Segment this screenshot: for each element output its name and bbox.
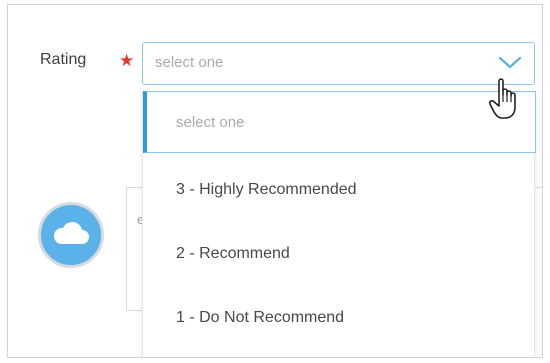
avatar (38, 202, 104, 268)
form-panel: Rating ★ select one e select one 3 - Hig… (7, 4, 543, 358)
rating-dropdown-list: select one 3 - Highly Recommended 2 - Re… (142, 91, 536, 357)
dropdown-option-select-one[interactable]: select one (143, 91, 536, 153)
dropdown-option-highly-recommended[interactable]: 3 - Highly Recommended (143, 161, 536, 219)
hand-pointer-icon (488, 78, 516, 119)
rating-select[interactable]: select one (142, 42, 535, 85)
chevron-down-icon (498, 56, 522, 69)
required-star-icon: ★ (119, 51, 135, 70)
rating-select-value: select one (155, 54, 224, 71)
cloud-icon (53, 221, 89, 244)
dropdown-option-do-not-recommend[interactable]: 1 - Do Not Recommend (143, 289, 536, 347)
rating-label: Rating (40, 51, 87, 68)
dropdown-option-recommend[interactable]: 2 - Recommend (143, 225, 536, 283)
